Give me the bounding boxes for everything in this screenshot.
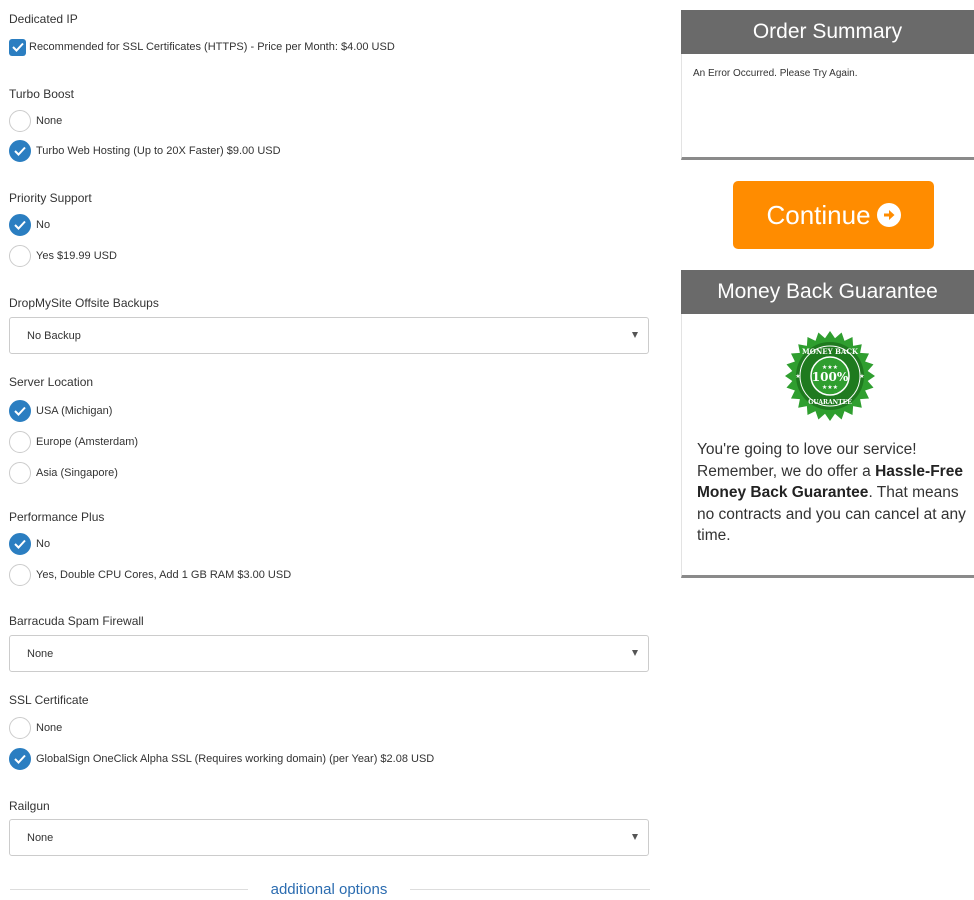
option-label: None <box>36 115 63 127</box>
caret-down-icon <box>632 650 638 656</box>
group-label: Server Location <box>9 375 94 389</box>
order-summary-panel: An Error Occurred. Please Try Again. <box>681 54 974 160</box>
group-label: Barracuda Spam Firewall <box>9 614 144 628</box>
option-label: Yes, Double CPU Cores, Add 1 GB RAM $3.0… <box>36 569 292 581</box>
arrow-circle-right-icon <box>876 203 901 227</box>
radio-button[interactable] <box>9 245 31 267</box>
check-icon <box>14 220 26 230</box>
seal-center-text: 100% <box>812 370 849 384</box>
check-icon <box>11 42 24 52</box>
svg-text:★★★: ★★★ <box>822 384 838 391</box>
spam-firewall-select[interactable]: None <box>9 635 649 672</box>
select-value: None <box>27 831 54 844</box>
option-label: Recommended for SSL Certificates (HTTPS)… <box>29 41 395 53</box>
group-label: Performance Plus <box>9 510 105 524</box>
money-back-guarantee-panel: MONEY BACK ★★★ 100% ★★★ GUARANTEE ★ ★ Yo… <box>681 314 974 578</box>
radio-button-checked[interactable] <box>9 400 31 422</box>
option-label: No <box>36 219 51 231</box>
railgun-select[interactable]: None <box>9 819 649 856</box>
radio-button[interactable] <box>9 564 31 586</box>
additional-options-toggle[interactable]: additional options <box>248 880 410 900</box>
order-summary-title: Order Summary <box>681 10 974 54</box>
seal-bottom-text: GUARANTEE <box>808 399 852 406</box>
continue-label: Continue <box>766 199 871 230</box>
group-barracuda-spam-firewall: Barracuda Spam Firewall None <box>9 613 649 672</box>
option-label: Europe (Amsterdam) <box>36 436 139 448</box>
svg-text:★: ★ <box>859 373 864 380</box>
radio-button[interactable] <box>9 110 31 132</box>
seal-top-text: MONEY BACK <box>802 347 859 356</box>
radio-option[interactable]: None <box>9 717 649 739</box>
group-label: Dedicated IP <box>9 12 78 26</box>
radio-button[interactable] <box>9 462 31 484</box>
group-dropmysite-backups: DropMySite Offsite Backups No Backup <box>9 295 649 354</box>
radio-option[interactable]: No <box>9 214 649 236</box>
radio-option[interactable]: None <box>9 110 649 132</box>
group-dedicated-ip: Dedicated IP Recommended for SSL Certifi… <box>9 11 649 58</box>
select-value: None <box>27 647 54 660</box>
group-ssl-certificate: SSL Certificate None GlobalSign OneClick… <box>9 692 649 770</box>
radio-button-checked[interactable] <box>9 533 31 555</box>
radio-option[interactable]: Turbo Web Hosting (Up to 20X Faster) $9.… <box>9 140 649 162</box>
option-label: Asia (Singapore) <box>36 467 118 479</box>
radio-button-checked[interactable] <box>9 748 31 770</box>
continue-button[interactable]: Continue <box>733 181 934 249</box>
radio-option[interactable]: Yes, Double CPU Cores, Add 1 GB RAM $3.0… <box>9 564 649 586</box>
group-label: DropMySite Offsite Backups <box>9 296 159 310</box>
group-label: Railgun <box>9 799 50 813</box>
radio-option[interactable]: Asia (Singapore) <box>9 462 649 484</box>
money-back-guarantee-title: Money Back Guarantee <box>681 270 974 314</box>
radio-button[interactable] <box>9 431 31 453</box>
group-turbo-boost: Turbo Boost None Turbo Web Hosting (Up t… <box>9 86 649 162</box>
guarantee-description: You're going to love our service! Rememb… <box>697 439 974 547</box>
radio-option[interactable]: No <box>9 533 649 555</box>
radio-option[interactable]: USA (Michigan) <box>9 400 649 422</box>
radio-option[interactable]: Europe (Amsterdam) <box>9 431 649 453</box>
radio-button[interactable] <box>9 717 31 739</box>
option-label: GlobalSign OneClick Alpha SSL (Requires … <box>36 753 435 765</box>
check-icon <box>14 146 26 156</box>
group-label: SSL Certificate <box>9 693 89 707</box>
order-summary-error: An Error Occurred. Please Try Again. <box>693 68 858 79</box>
group-priority-support: Priority Support No Yes $19.99 USD <box>9 190 649 267</box>
radio-option[interactable]: GlobalSign OneClick Alpha SSL (Requires … <box>9 748 649 770</box>
check-icon <box>14 754 26 764</box>
option-label: None <box>36 722 63 734</box>
group-label: Priority Support <box>9 191 92 205</box>
group-label: Turbo Boost <box>9 87 74 101</box>
money-back-seal-icon: MONEY BACK ★★★ 100% ★★★ GUARANTEE ★ ★ <box>785 331 875 421</box>
check-icon <box>14 539 26 549</box>
checkbox-checked[interactable] <box>9 38 26 56</box>
option-label: USA (Michigan) <box>36 405 113 417</box>
option-label: Turbo Web Hosting (Up to 20X Faster) $9.… <box>36 145 281 157</box>
group-railgun: Railgun None <box>9 798 649 856</box>
svg-text:★: ★ <box>795 373 800 380</box>
group-server-location: Server Location USA (Michigan) Europe (A… <box>9 374 649 484</box>
group-performance-plus: Performance Plus No Yes, Double CPU Core… <box>9 509 649 586</box>
caret-down-icon <box>632 332 638 338</box>
backups-select[interactable]: No Backup <box>9 317 649 354</box>
check-icon <box>14 406 26 416</box>
select-value: No Backup <box>27 329 81 342</box>
radio-button-checked[interactable] <box>9 214 31 236</box>
option-label: Yes $19.99 USD <box>36 250 117 262</box>
dedicated-ip-checkbox-option[interactable]: Recommended for SSL Certificates (HTTPS)… <box>9 36 649 58</box>
option-label: No <box>36 538 51 550</box>
caret-down-icon <box>632 834 638 840</box>
radio-button-checked[interactable] <box>9 140 31 162</box>
radio-option[interactable]: Yes $19.99 USD <box>9 245 649 267</box>
